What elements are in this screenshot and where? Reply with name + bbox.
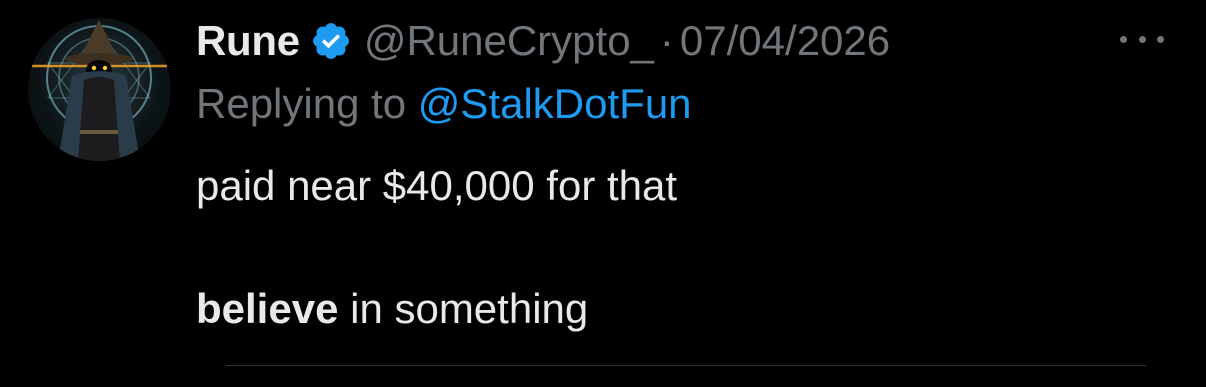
replying-prefix: Replying to	[196, 80, 407, 127]
more-dot	[1138, 35, 1146, 43]
reply-mention-link[interactable]: @StalkDotFun	[418, 80, 692, 127]
tweet-header: Rune @RuneCrypto_ · 07/04/2026	[196, 16, 890, 66]
display-name[interactable]: Rune	[196, 17, 300, 65]
separator-dot: ·	[659, 17, 674, 64]
user-handle[interactable]: @RuneCrypto_	[364, 17, 654, 65]
divider	[226, 365, 1146, 366]
more-dot	[1157, 35, 1164, 43]
avatar-image	[32, 20, 167, 161]
tweet[interactable]: Rune @RuneCrypto_ · 07/04/2026 Replying …	[0, 0, 1206, 387]
tweet-text-bold: believe	[196, 285, 339, 332]
replying-to: Replying to @StalkDotFun	[196, 80, 692, 128]
tweet-text-rest: in something	[338, 285, 589, 332]
avatar[interactable]	[28, 18, 171, 161]
verified-badge-icon	[310, 20, 352, 62]
tweet-text-line-2: believe in something	[196, 285, 588, 333]
tweet-text-line-1: paid near $40,000 for that	[196, 162, 678, 209]
more-dot	[1120, 35, 1127, 43]
tweet-date[interactable]: 07/04/2026	[680, 17, 890, 65]
more-options-icon[interactable]	[1120, 24, 1164, 54]
